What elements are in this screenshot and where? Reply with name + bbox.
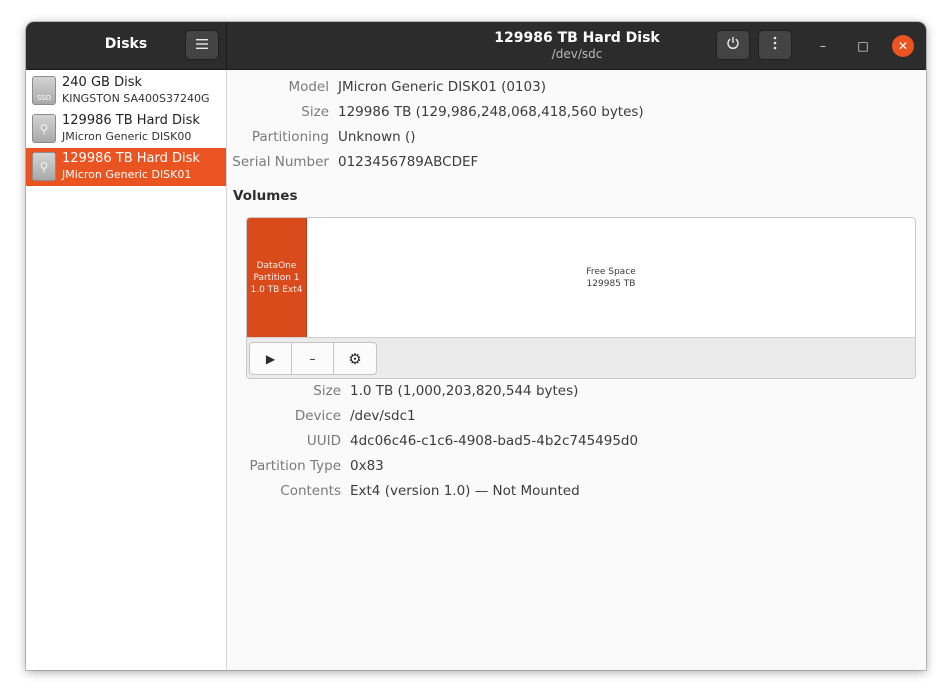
property-value: 129986 TB (129,986,248,068,418,560 bytes… xyxy=(338,104,644,120)
volumes-heading: Volumes xyxy=(233,188,298,204)
partition-property-contents: Contents Ext4 (version 1.0) — Not Mounte… xyxy=(227,483,579,503)
mount-button[interactable]: ▶ xyxy=(250,343,292,374)
vertical-dots-icon xyxy=(773,36,777,54)
play-icon: ▶ xyxy=(265,351,276,366)
disk-name: 240 GB Disk xyxy=(62,75,142,90)
disks-window: Disks 129986 TB Hard Disk /dev/sdc – □ ✕… xyxy=(26,22,926,670)
property-value: Ext4 (version 1.0) — Not Mounted xyxy=(350,483,580,499)
window-subtitle: /dev/sdc xyxy=(551,47,603,61)
usb-drive-icon: ⚲ xyxy=(32,114,56,143)
gears-icon: ⚙ xyxy=(348,349,362,368)
minimize-button[interactable]: – xyxy=(812,35,834,57)
property-value: JMicron Generic DISK01 (0103) xyxy=(338,79,546,95)
property-label: Size xyxy=(313,383,341,399)
minus-icon: – xyxy=(309,351,316,366)
partition-property-uuid: UUID 4dc06c46-c1c6-4908-bad5-4b2c745495d… xyxy=(227,433,638,453)
disk-name: 129986 TB Hard Disk xyxy=(62,113,200,128)
header-bar: Disks 129986 TB Hard Disk /dev/sdc – □ ✕ xyxy=(26,22,926,70)
power-off-button[interactable] xyxy=(716,30,750,60)
power-icon xyxy=(726,36,740,54)
app-menu-button[interactable] xyxy=(185,30,219,60)
disk-name: 129986 TB Hard Disk xyxy=(62,151,200,166)
volume-toolbar: ▶ – ⚙ xyxy=(247,337,915,378)
drive-property-partitioning: Partitioning Unknown () xyxy=(227,129,416,149)
drive-menu-button[interactable] xyxy=(758,30,792,60)
sidebar-header: Disks xyxy=(26,22,227,69)
volume-map: DataOne Partition 1 1.0 TB Ext4 Free Spa… xyxy=(246,217,916,379)
disk-details-panel: Model JMicron Generic DISK01 (0103) Size… xyxy=(227,70,926,670)
property-label: Model xyxy=(288,79,329,95)
minimize-icon: – xyxy=(820,39,826,53)
property-value: /dev/sdc1 xyxy=(350,408,416,424)
partition-property-type: Partition Type 0x83 xyxy=(227,458,383,478)
property-label: Contents xyxy=(280,483,341,499)
free-space-block[interactable]: Free Space 129985 TB xyxy=(307,218,915,337)
partition-settings-button[interactable]: ⚙ xyxy=(334,343,376,374)
property-label: Size xyxy=(301,104,329,120)
property-value: 4dc06c46-c1c6-4908-bad5-4b2c745495d0 xyxy=(350,433,639,449)
partition-name: DataOne xyxy=(256,260,297,271)
volume-action-group: ▶ – ⚙ xyxy=(249,342,377,375)
free-space-size: 129985 TB xyxy=(586,278,636,289)
close-button[interactable]: ✕ xyxy=(892,35,914,57)
partition-property-device: Device /dev/sdc1 xyxy=(227,408,416,428)
property-label: Partition Type xyxy=(249,458,341,474)
partition-number: Partition 1 xyxy=(253,272,300,283)
drive-property-size: Size 129986 TB (129,986,248,068,418,560 … xyxy=(227,104,643,124)
ssd-icon: SSD xyxy=(32,76,56,105)
partition-property-size: Size 1.0 TB (1,000,203,820,544 bytes) xyxy=(227,383,578,403)
hamburger-menu-icon xyxy=(196,37,208,53)
drive-property-model: Model JMicron Generic DISK01 (0103) xyxy=(227,79,546,99)
disk-list-item-disk01[interactable]: ⚲ 129986 TB Hard Disk JMicron Generic DI… xyxy=(26,148,226,186)
property-value: 0x83 xyxy=(350,458,384,474)
disk-list-item-240gb[interactable]: SSD 240 GB Disk KINGSTON SA400S37240G xyxy=(26,72,226,110)
window-title-block: 129986 TB Hard Disk /dev/sdc xyxy=(427,30,727,61)
property-value: 1.0 TB (1,000,203,820,544 bytes) xyxy=(350,383,579,399)
disk-list-item-disk00[interactable]: ⚲ 129986 TB Hard Disk JMicron Generic DI… xyxy=(26,110,226,148)
property-label: Serial Number xyxy=(232,154,329,170)
drive-property-serial-number: Serial Number 0123456789ABCDEF xyxy=(227,154,478,174)
maximize-button[interactable]: □ xyxy=(852,35,874,57)
property-label: Partitioning xyxy=(251,129,329,145)
free-space-label: Free Space xyxy=(586,266,636,277)
disk-model: KINGSTON SA400S37240G xyxy=(62,92,210,105)
usb-drive-icon: ⚲ xyxy=(32,152,56,181)
disk-model: JMicron Generic DISK00 xyxy=(62,130,192,143)
delete-partition-button[interactable]: – xyxy=(292,343,334,374)
close-icon: ✕ xyxy=(897,39,909,53)
property-value: Unknown () xyxy=(338,129,416,145)
partition-block[interactable]: DataOne Partition 1 1.0 TB Ext4 xyxy=(247,218,307,337)
disk-model: JMicron Generic DISK01 xyxy=(62,168,192,181)
window-title: 129986 TB Hard Disk xyxy=(494,30,660,46)
maximize-icon: □ xyxy=(857,39,869,53)
partition-info: 1.0 TB Ext4 xyxy=(250,284,303,295)
property-label: Device xyxy=(294,408,341,424)
property-value: 0123456789ABCDEF xyxy=(338,154,479,170)
property-label: UUID xyxy=(306,433,341,449)
disk-list-sidebar: SSD 240 GB Disk KINGSTON SA400S37240G ⚲ … xyxy=(26,70,227,670)
